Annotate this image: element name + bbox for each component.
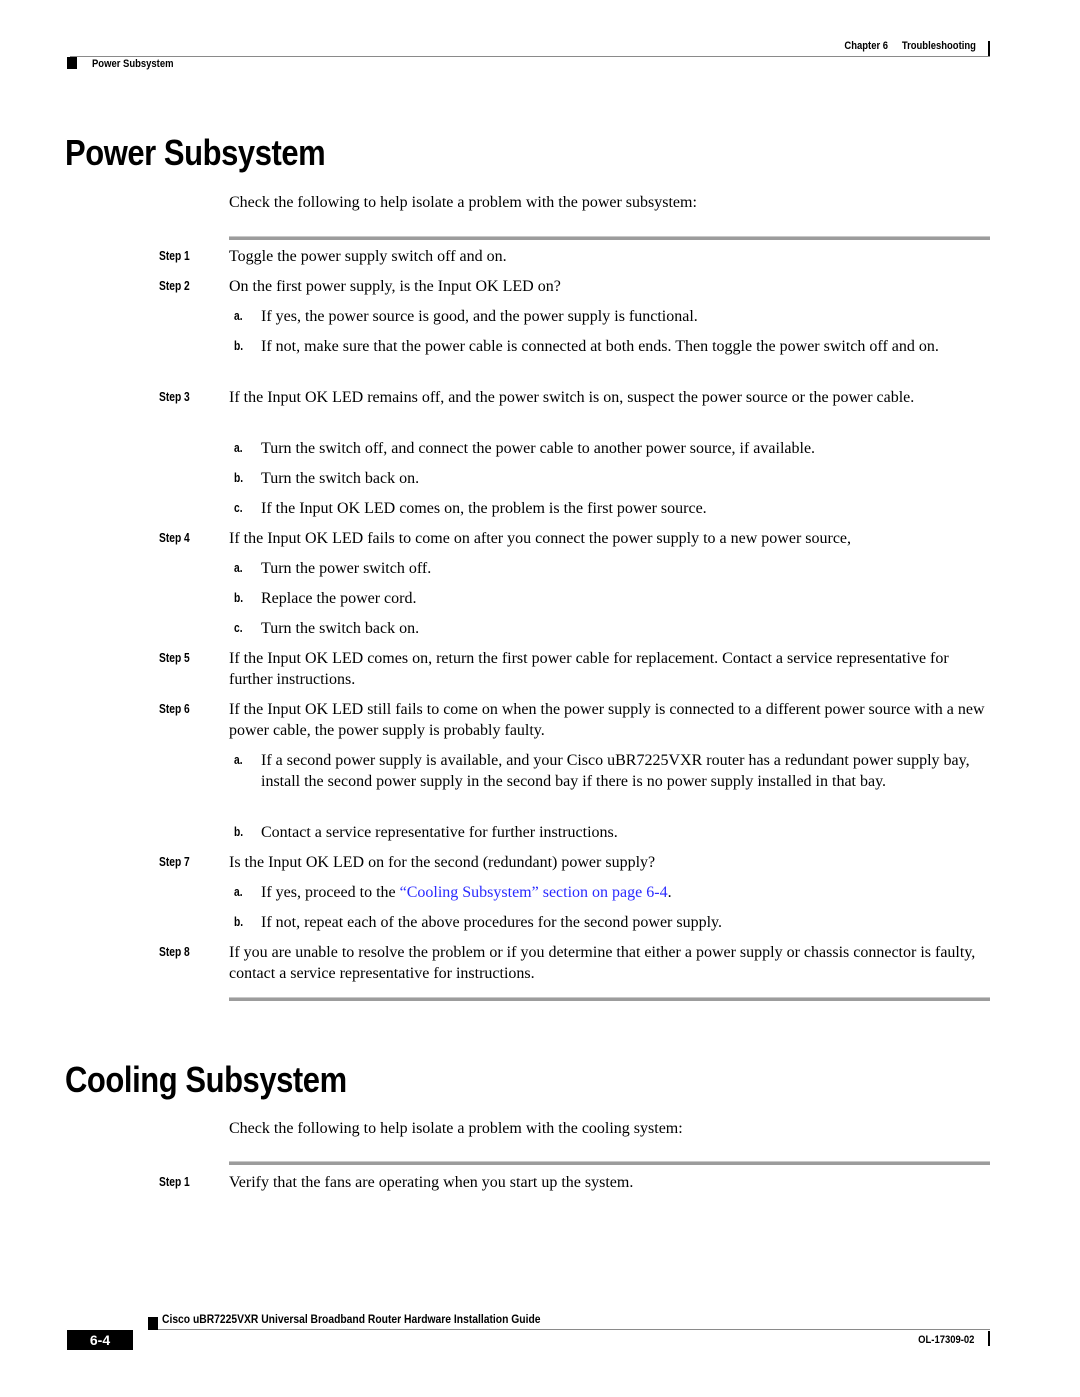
substep-label: a. [234, 309, 243, 323]
substep-text: Turn the switch off, and connect the pow… [261, 440, 816, 457]
substep-label: b. [234, 825, 244, 839]
step-label: Step 3 [159, 390, 190, 404]
chapter-number: Chapter 6 [844, 40, 889, 52]
running-header-section: Power Subsystem [92, 58, 174, 70]
substep-label: a. [234, 441, 243, 455]
step-label: Step 2 [159, 279, 190, 293]
substep-text: If a second power supply is available, a… [261, 752, 970, 790]
step-text: Toggle the power supply switch off and o… [229, 248, 507, 265]
step-text: Is the Input OK LED on for the second (r… [229, 854, 656, 871]
substep-label: b. [234, 591, 244, 605]
substep-label: b. [234, 915, 244, 929]
step-label: Step 7 [159, 855, 190, 869]
substep-label: a. [234, 885, 243, 899]
cooling-subsystem-link[interactable]: “Cooling Subsystem” section on page 6-4 [400, 884, 668, 901]
substep-text: Replace the power cord. [261, 590, 417, 607]
step-text: If the Input OK LED fails to come on aft… [229, 530, 852, 547]
footer-rule [158, 1329, 990, 1330]
step-text: On the first power supply, is the Input … [229, 278, 561, 295]
step-text: If the Input OK LED still fails to come … [229, 701, 985, 739]
substep-label: b. [234, 339, 244, 353]
procedure-end-rule [229, 997, 990, 1001]
step-label: Step 8 [159, 945, 190, 959]
header-rule [70, 56, 990, 57]
substep-text: Turn the switch back on. [261, 470, 420, 487]
substep-text: If the Input OK LED comes on, the proble… [261, 500, 707, 517]
power-subsystem-heading: Power Subsystem [65, 132, 326, 173]
step-text: If the Input OK LED remains off, and the… [229, 389, 915, 406]
substep-text: Turn the power switch off. [261, 560, 432, 577]
chapter-title: Troubleshooting [901, 40, 976, 52]
substep-label: b. [234, 471, 244, 485]
substep-text: Turn the switch back on. [261, 620, 420, 637]
substep-label: c. [234, 501, 243, 515]
substep-label: a. [234, 561, 243, 575]
footer-bar-mark [988, 1331, 990, 1346]
document-number: OL-17309-02 [917, 1334, 974, 1346]
substep-label: c. [234, 621, 243, 635]
step-label: Step 6 [159, 702, 190, 716]
substep-text: If yes, proceed to the “Cooling Subsyste… [261, 882, 991, 903]
substep-text: Contact a service representative for fur… [261, 824, 618, 841]
footer-square-mark [148, 1317, 158, 1330]
footer-guide-title: Cisco uBR7225VXR Universal Broadband Rou… [162, 1312, 541, 1326]
step-text: If the Input OK LED comes on, return the… [229, 650, 949, 688]
step-label: Step 5 [159, 651, 190, 665]
page-number-tab: 6-4 [67, 1330, 133, 1350]
substep-label: a. [234, 753, 243, 767]
procedure-start-rule [229, 1161, 990, 1165]
cooling-intro: Check the following to help isolate a pr… [229, 1120, 683, 1137]
power-intro: Check the following to help isolate a pr… [229, 194, 697, 211]
substep-text: If yes, the power source is good, and th… [261, 308, 698, 325]
substep-text: If not, repeat each of the above procedu… [261, 914, 722, 931]
step-label: Step 1 [159, 1175, 190, 1189]
running-header-chapter: Chapter 6 Troubleshooting [844, 40, 976, 52]
substep-text: If not, make sure that the power cable i… [261, 338, 939, 355]
header-square-mark [67, 57, 77, 69]
step-text: Verify that the fans are operating when … [229, 1174, 634, 1191]
substep-text-after: . [667, 884, 672, 901]
step-label: Step 1 [159, 249, 190, 263]
substep-text-before: If yes, proceed to the [261, 884, 400, 901]
step-text: If you are unable to resolve the problem… [229, 944, 976, 982]
step-label: Step 4 [159, 531, 190, 545]
cooling-subsystem-heading: Cooling Subsystem [65, 1059, 347, 1100]
procedure-start-rule [229, 236, 990, 240]
header-bar-mark [988, 41, 990, 56]
